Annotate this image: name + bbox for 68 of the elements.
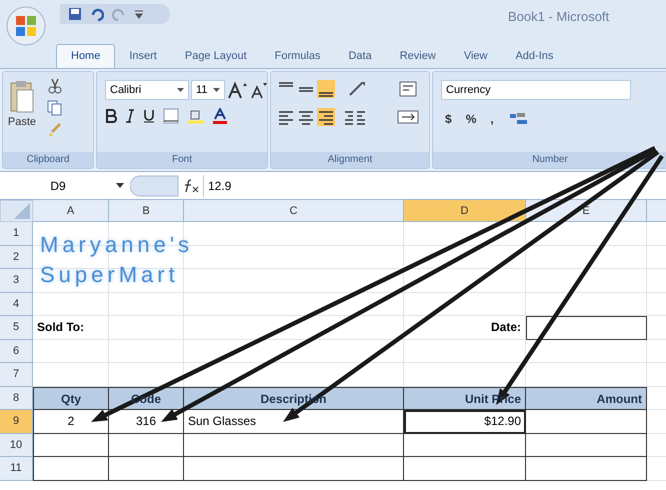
save-icon[interactable] (68, 7, 82, 21)
window-title: Book1 - Microsoft (508, 8, 610, 26)
office-button[interactable] (6, 6, 46, 46)
font-name-field[interactable]: Calibri (105, 80, 189, 100)
formula-bar-handle-icon[interactable] (130, 174, 180, 196)
row-header[interactable]: 10 (0, 434, 33, 457)
font-color-icon[interactable] (213, 108, 227, 124)
column-header[interactable]: D (404, 200, 526, 222)
title-text: SuperMart (40, 261, 180, 289)
row-header[interactable]: 7 (0, 363, 33, 386)
ribbon-tab[interactable]: Insert (115, 44, 171, 68)
date-field[interactable] (526, 316, 647, 340)
ribbon-tab[interactable]: Data (334, 44, 386, 68)
customize-icon[interactable] (134, 9, 144, 19)
table-cell: Sold To: (33, 316, 109, 340)
grow-font-icon[interactable] (227, 81, 247, 99)
title-text: Maryanne's (40, 231, 194, 259)
group-label: Alignment (271, 152, 429, 168)
align-bottom-icon[interactable] (317, 80, 335, 98)
ribbon-tab[interactable]: Add-Ins (501, 44, 568, 68)
dropdown-arrow-icon[interactable] (116, 183, 124, 188)
ribbon-tab[interactable]: Page Layout (170, 44, 261, 68)
column-header[interactable]: C (184, 200, 404, 222)
row-header[interactable]: 4 (0, 292, 33, 316)
borders-icon[interactable] (163, 108, 179, 124)
group-label: Clipboard (3, 152, 93, 168)
dropdown-arrow-icon[interactable] (213, 88, 220, 92)
italic-icon[interactable] (125, 109, 135, 123)
ribbon-tab[interactable]: Formulas (260, 44, 334, 68)
row-header[interactable]: 5 (0, 316, 33, 340)
ribbon-tab[interactable]: Review (386, 44, 450, 68)
align-left-icon[interactable] (277, 108, 295, 126)
wrap-text-icon[interactable] (399, 80, 419, 98)
row-header[interactable]: 2 (0, 246, 33, 269)
underline-icon[interactable] (143, 109, 155, 123)
scissors-icon[interactable] (47, 78, 63, 94)
font-size-field[interactable]: 11 (191, 80, 225, 100)
row-header[interactable]: 11 (0, 457, 33, 480)
align-center-icon[interactable] (297, 108, 315, 126)
align-right-icon[interactable] (317, 108, 335, 126)
group-label: Font (97, 152, 267, 168)
row-header[interactable]: 3 (0, 269, 33, 292)
table-cell: Qty (33, 386, 109, 410)
clipboard-icon[interactable] (9, 80, 35, 114)
currency-button[interactable]: $ (445, 110, 452, 128)
function-icon[interactable] (182, 178, 200, 194)
undo-icon[interactable] (90, 7, 104, 21)
copy-icon[interactable] (47, 100, 63, 116)
column-header[interactable]: A (33, 200, 109, 222)
dropdown-arrow-icon[interactable] (177, 88, 184, 92)
table-cell: Amount (526, 386, 647, 410)
row-header[interactable]: 1 (0, 222, 33, 246)
row-header[interactable]: 9 (0, 410, 33, 434)
column-header[interactable]: B (109, 200, 184, 222)
fill-color-icon[interactable] (187, 108, 205, 124)
merge-icon[interactable] (397, 108, 419, 126)
ribbon-tab[interactable]: View (450, 44, 502, 68)
percent-button[interactable]: % (466, 110, 476, 128)
table-cell: $12.90 (404, 410, 526, 434)
comma-button[interactable]: , (490, 110, 494, 128)
number-format-field[interactable]: Currency (441, 80, 631, 100)
ribbon-tab[interactable]: Home (56, 44, 116, 68)
row-header[interactable]: 8 (0, 386, 33, 410)
bold-icon[interactable] (105, 109, 117, 123)
shrink-font-icon[interactable] (249, 81, 267, 99)
row-header[interactable]: 6 (0, 340, 33, 363)
name-box[interactable]: D9 (0, 174, 116, 196)
paste-button[interactable]: Paste (3, 72, 41, 152)
